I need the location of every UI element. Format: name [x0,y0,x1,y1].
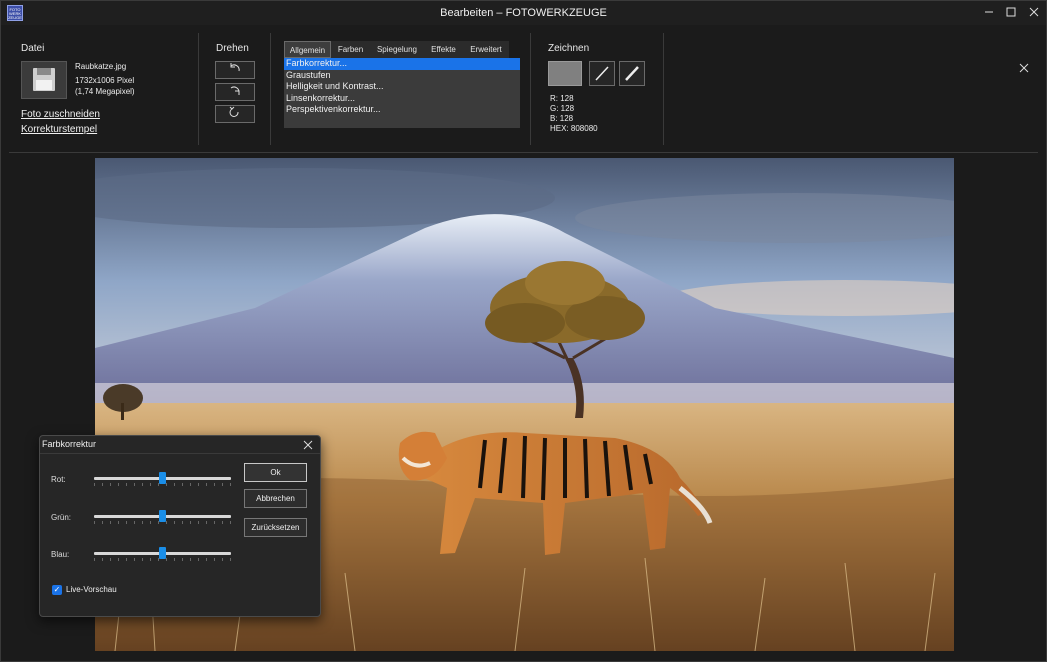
slider-label-blue: Blau: [51,550,70,559]
ribbon-divider [663,33,664,145]
pencil-icon [625,66,639,81]
list-item-linsenkorrektur[interactable]: Linsenkorrektur... [284,93,520,105]
minimize-icon[interactable] [977,1,1001,25]
ribbon-bottom-divider [9,152,1038,153]
rotate-left-button[interactable] [215,61,255,79]
ribbon: Datei Raubkatze.jpg 1732x1006 Pixel (1,7… [1,25,1046,150]
rotate-180-button[interactable] [215,105,255,123]
color-r-value: R: 128 [550,94,574,103]
draw-group-title: Zeichnen [548,43,590,54]
list-item-perspektive[interactable]: Perspektivenkorrektur... [284,104,520,116]
color-swatch[interactable] [548,61,582,86]
slider-blue[interactable] [94,547,231,561]
adjust-list: Farbkorrektur... Graustufen Helligkeit u… [284,58,520,128]
tab-farben[interactable]: Farben [331,41,370,58]
tab-erweitert[interactable]: Erweitert [463,41,509,58]
dialog-title: Farbkorrektur [42,439,97,449]
rotate-right-button[interactable] [215,83,255,101]
list-item-farbkorrektur[interactable]: Farbkorrektur... [284,58,520,70]
slider-thumb-blue[interactable] [159,547,166,559]
ribbon-divider [530,33,531,145]
tab-allgemein[interactable]: Allgemein [284,41,331,58]
ribbon-divider [270,33,271,145]
rotate-group-title: Drehen [216,43,249,54]
list-item-graustufen[interactable]: Graustufen [284,70,520,82]
app-window: FOTO WERK ZEUGE Bearbeiten – FOTOWERKZEU… [0,0,1047,662]
tab-effekte[interactable]: Effekte [424,41,463,58]
cancel-button[interactable]: Abbrechen [244,489,307,508]
pen-button[interactable] [589,61,615,86]
file-group-title: Datei [21,43,45,54]
file-name: Raubkatze.jpg [75,62,127,71]
live-preview-checkbox[interactable]: ✓ [52,585,62,595]
maximize-icon[interactable] [999,1,1023,25]
color-g-value: G: 128 [550,104,575,113]
slider-label-green: Grün: [51,513,72,522]
color-correction-dialog: Farbkorrektur Rot: Grün: Blau: Ok Abbrec… [39,435,321,617]
title-bar: FOTO WERK ZEUGE Bearbeiten – FOTOWERKZEU… [1,1,1046,25]
color-b-value: B: 128 [550,114,574,123]
rotate-right-icon [230,86,240,95]
live-preview-label: Live-Vorschau [66,585,117,594]
slider-green[interactable] [94,510,231,524]
pencil-button[interactable] [619,61,645,86]
flip-icon [229,106,239,117]
file-dimensions: 1732x1006 Pixel [75,76,135,85]
slider-red[interactable] [94,472,231,486]
close-icon[interactable] [1022,1,1046,25]
slider-thumb-red[interactable] [159,472,166,484]
slider-thumb-green[interactable] [159,510,166,522]
file-megapixels: (1,74 Megapixel) [75,87,135,96]
correction-stamp-link[interactable]: Korrekturstempel [21,124,97,135]
slider-label-red: Rot: [51,475,66,484]
ribbon-divider [198,33,199,145]
pen-icon [595,66,609,81]
dialog-divider [40,453,320,454]
tab-spiegelung[interactable]: Spiegelung [370,41,424,58]
reset-button[interactable]: Zurücksetzen [244,518,307,537]
crop-photo-link[interactable]: Foto zuschneiden [21,109,100,120]
list-item-helligkeit[interactable]: Helligkeit und Kontrast... [284,81,520,93]
ribbon-close-icon[interactable] [1019,61,1029,76]
ok-button[interactable]: Ok [244,463,307,482]
dialog-close-icon[interactable] [303,436,313,453]
rotate-left-icon [230,63,240,72]
floppy-disk-icon [21,61,67,99]
window-title: Bearbeiten – FOTOWERKZEUGE [440,7,607,19]
color-hex-value: HEX: 808080 [550,124,598,133]
